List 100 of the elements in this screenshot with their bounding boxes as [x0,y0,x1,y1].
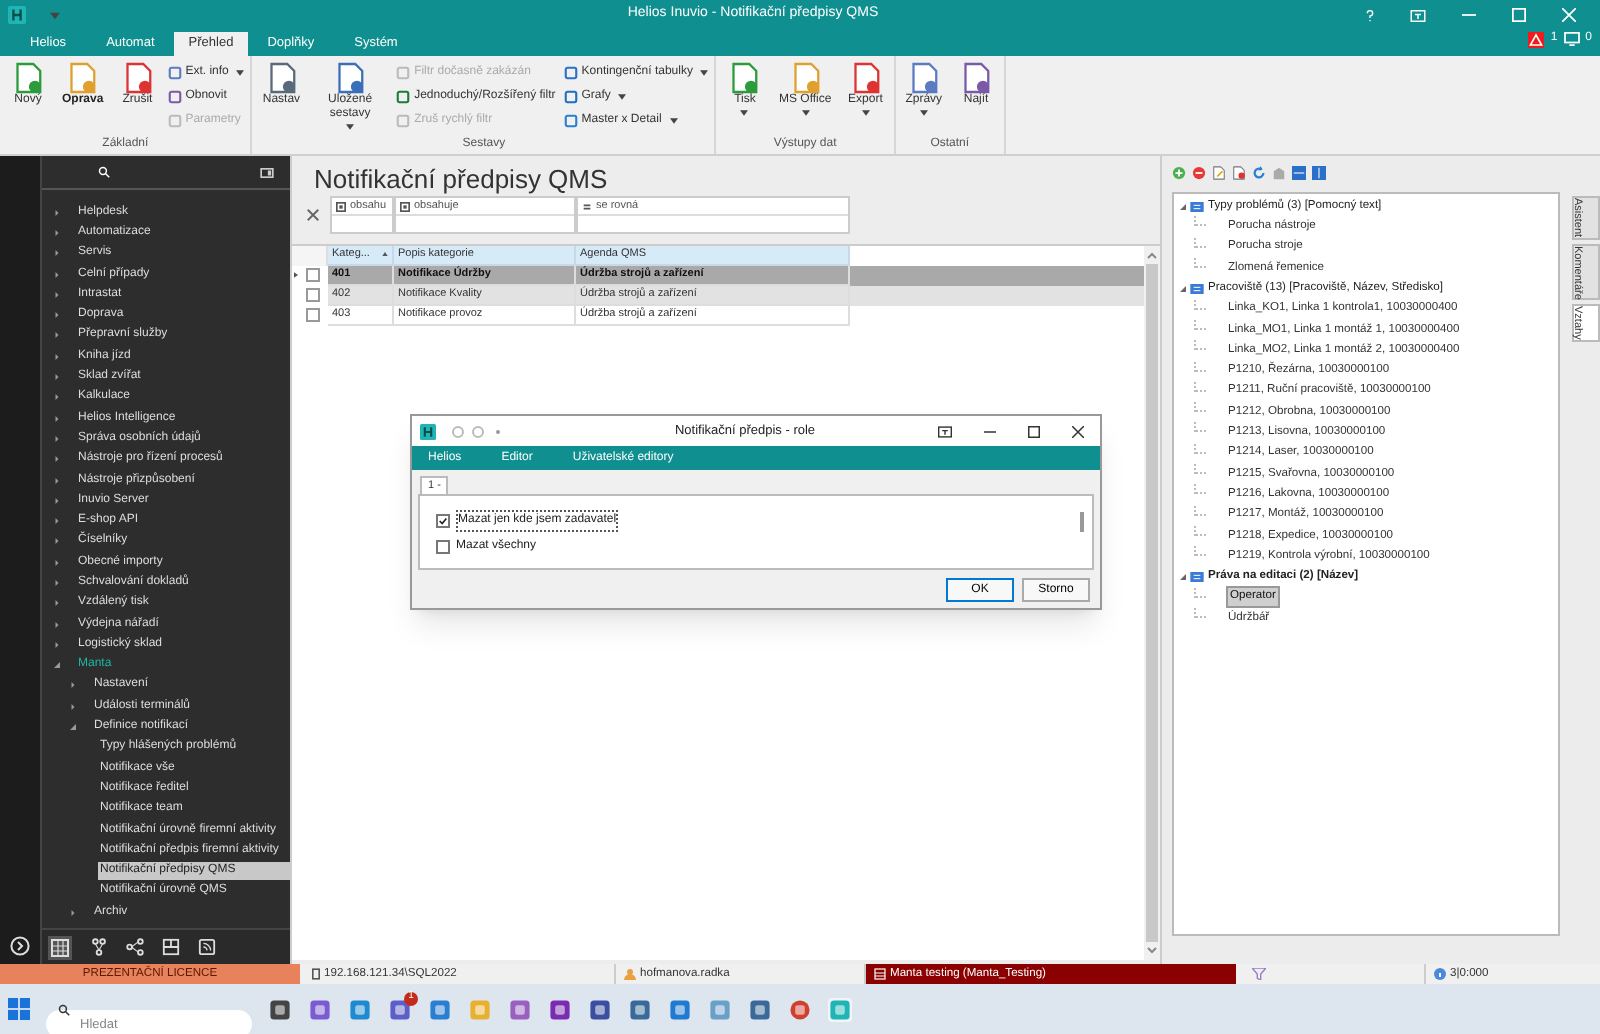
expander-icon[interactable] [54,229,60,236]
expander-icon[interactable] [54,271,60,278]
help-icon[interactable] [1366,9,1374,21]
sort-icon[interactable] [382,252,388,257]
expander-icon[interactable] [70,909,76,916]
app-icon[interactable] [748,997,772,1021]
expander-icon[interactable] [1180,203,1186,210]
layout-icon[interactable] [162,938,180,956]
expander-icon[interactable] [54,456,60,463]
window-icon[interactable] [938,425,952,437]
grid-icon[interactable] [48,935,72,959]
app-icon[interactable] [268,997,292,1021]
expander-icon[interactable] [54,332,60,339]
edit-document-icon[interactable] [1212,165,1226,179]
expander-icon[interactable] [54,374,60,381]
expander-icon[interactable] [54,312,60,319]
table-icon [1190,571,1204,582]
expander-icon[interactable] [54,518,60,525]
expander-icon[interactable] [54,435,60,442]
expander-icon[interactable] [70,724,76,731]
row-checkbox[interactable] [306,268,320,282]
filter-operator-icon[interactable] [582,201,592,211]
app-icon[interactable] [788,997,812,1021]
expander-icon[interactable] [54,291,60,298]
remove-icon[interactable] [1192,165,1206,179]
scroll-up-icon[interactable] [1146,252,1158,260]
user-icon [624,968,636,980]
expander-icon[interactable] [70,682,76,689]
caret-icon[interactable] [50,11,60,19]
expander-icon[interactable] [54,621,60,628]
row-checkbox[interactable] [306,288,320,302]
app-icon[interactable] [588,997,612,1021]
alert-icon[interactable] [1528,31,1545,47]
expander-icon[interactable] [54,600,60,607]
expander-icon[interactable] [54,250,60,257]
scroll-thumb[interactable] [1146,264,1158,942]
app-icon[interactable] [308,997,332,1021]
expander-icon[interactable] [1180,285,1186,292]
expander-icon[interactable] [70,703,76,710]
add-icon[interactable] [1172,165,1186,179]
app-icon[interactable] [668,997,692,1021]
search-icon[interactable] [98,166,110,178]
minimize-icon[interactable] [984,425,996,437]
table-icon [1190,201,1204,212]
table-icon [874,968,886,980]
filter-icon[interactable] [1252,968,1266,980]
expander-icon[interactable] [54,559,60,566]
delete-document-icon[interactable] [1232,165,1246,179]
scroll-down-icon[interactable] [1146,946,1158,954]
maximize-icon[interactable] [1028,425,1040,437]
expander-icon[interactable] [54,641,60,648]
server-icon [312,968,320,980]
app-icon[interactable] [628,997,652,1021]
minimize-icon[interactable] [1462,8,1476,22]
expander-icon[interactable] [54,394,60,401]
expander-icon[interactable] [54,353,60,360]
filter-operator-icon[interactable] [336,201,346,211]
check-icon [438,515,448,525]
document-icon [123,62,152,94]
table-icon[interactable] [1312,165,1326,179]
expander-icon[interactable] [54,497,60,504]
document-icon [68,62,97,94]
expander-icon[interactable] [54,209,60,216]
close-icon [305,208,319,222]
expander-icon[interactable] [54,662,60,669]
app-icon[interactable] [428,997,452,1021]
app-icon[interactable] [388,997,412,1021]
document-icon [962,62,991,94]
app-logo-icon [420,423,436,439]
table-icon[interactable] [1292,165,1306,179]
document-icon [791,62,820,94]
document-icon [267,62,296,94]
expander-icon[interactable] [1180,573,1186,580]
document-icon [851,62,880,94]
scrollbar[interactable] [1144,246,1160,960]
monitor-icon[interactable] [1563,32,1580,46]
expand-icon[interactable] [10,936,30,956]
share-icon[interactable] [126,938,144,956]
document-icon [14,62,42,94]
search-icon [58,1003,70,1015]
expander-icon[interactable] [54,415,60,422]
close-icon[interactable] [1072,425,1084,437]
filter-operator-icon[interactable] [400,201,410,211]
checkbox[interactable] [436,539,450,553]
document-icon [730,62,759,94]
row-checkbox[interactable] [306,308,320,322]
expander-icon[interactable] [54,538,60,545]
document-icon [336,62,365,94]
checkbox[interactable] [436,513,450,527]
table-icon [1190,283,1204,294]
panel-icon[interactable] [260,167,274,177]
feed-icon[interactable] [198,938,216,956]
scroll-thumb[interactable] [1080,512,1084,532]
app-icon[interactable] [508,997,532,1021]
document-icon [909,62,938,94]
refresh-icon[interactable] [1252,165,1266,179]
expander-icon[interactable] [54,579,60,586]
start-icon[interactable] [8,998,30,1020]
app-icon[interactable] [548,997,572,1021]
hierarchy-icon[interactable] [90,938,108,956]
